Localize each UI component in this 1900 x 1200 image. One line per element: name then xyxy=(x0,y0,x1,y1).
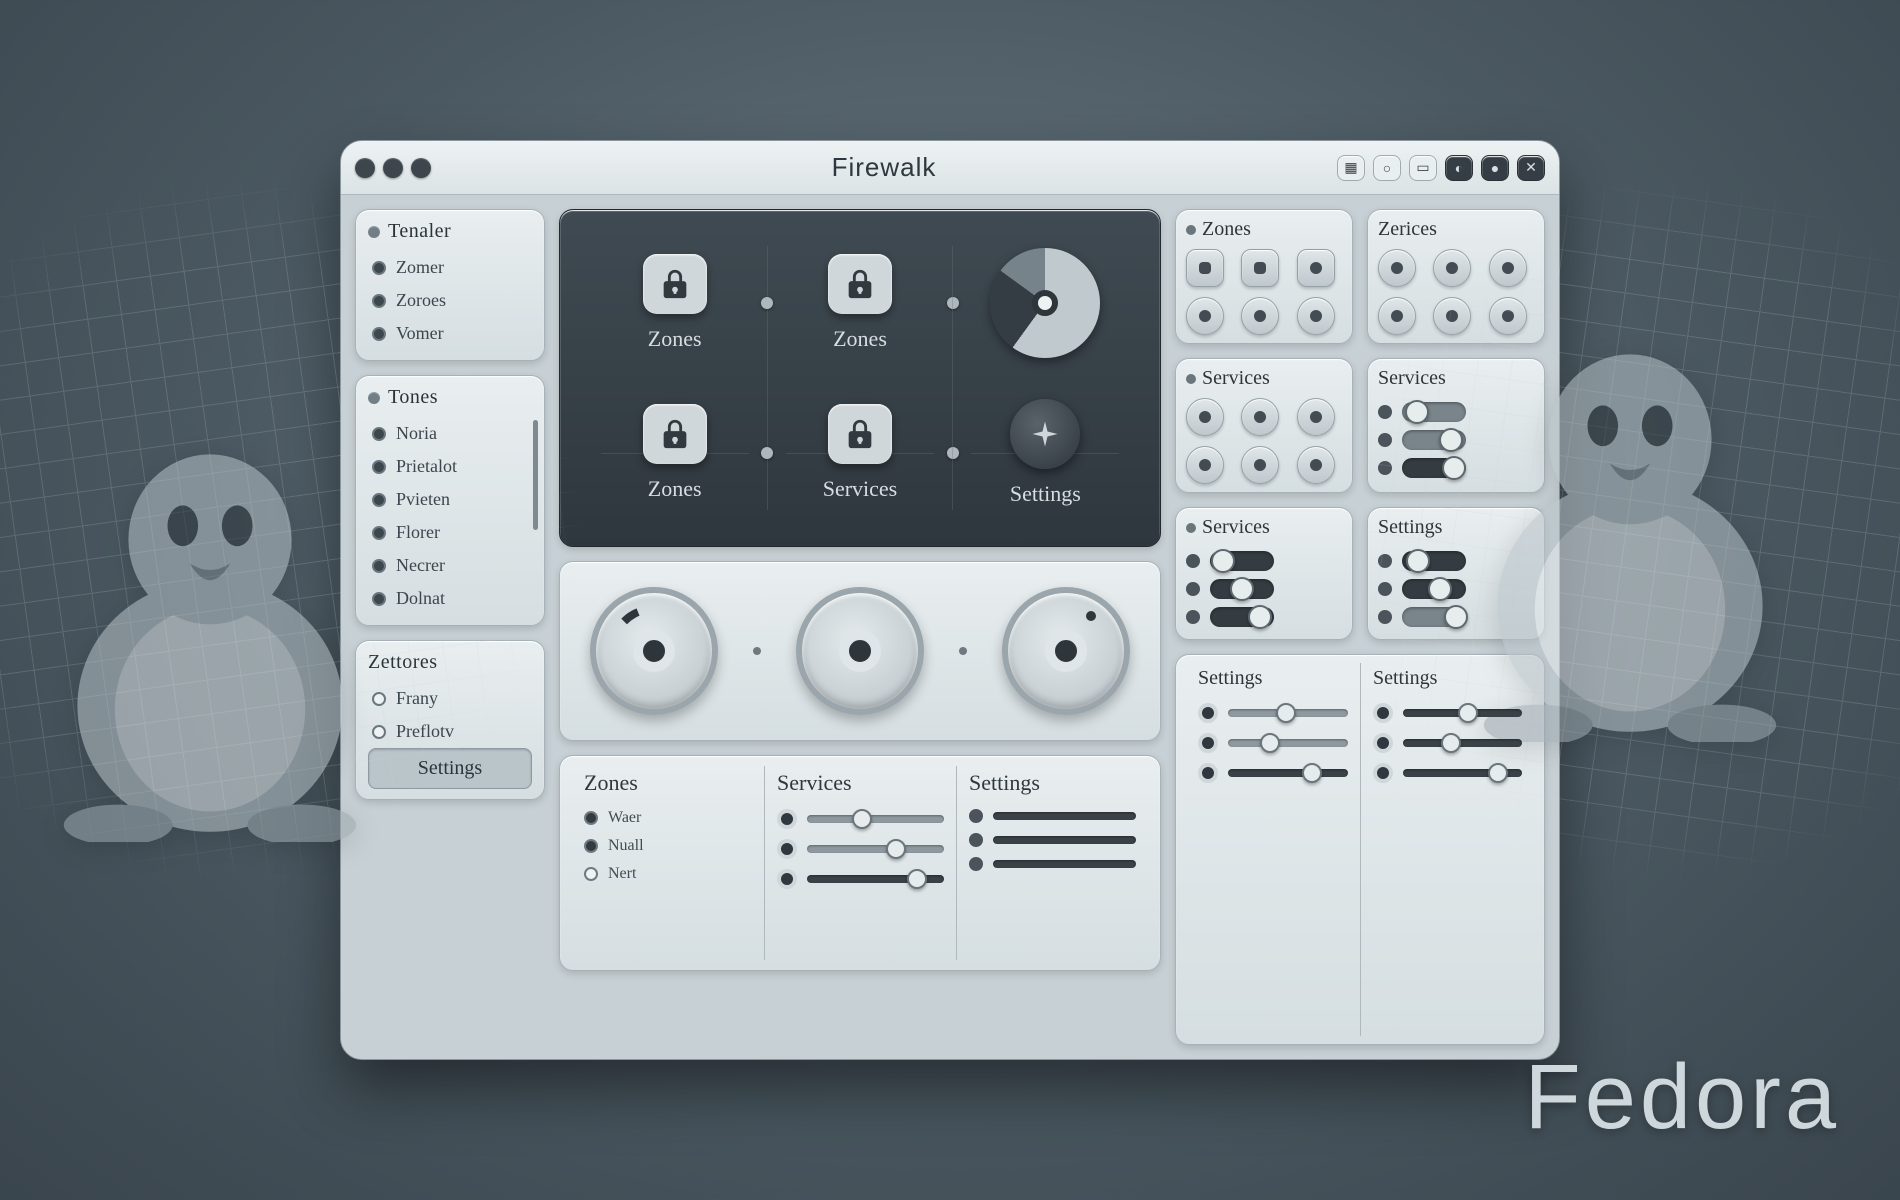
sidebar-item[interactable]: Prietalot xyxy=(368,450,532,483)
slider-row xyxy=(969,804,1136,828)
title-button-4[interactable]: ◐ xyxy=(1445,155,1473,181)
toggle[interactable] xyxy=(1402,551,1466,571)
traffic-dot[interactable] xyxy=(411,158,431,178)
fedora-wordmark: Fedora xyxy=(1525,1045,1841,1150)
sidebar-item[interactable]: Dolnat xyxy=(368,582,532,615)
lock-icon xyxy=(643,404,707,464)
dial-3[interactable] xyxy=(1002,587,1130,715)
right-bottom-panel: Settings Settings xyxy=(1175,654,1545,1045)
sidebar-item[interactable]: Vomer xyxy=(368,317,532,350)
slider-row xyxy=(969,852,1136,876)
zone-cell[interactable]: Settings xyxy=(953,378,1138,528)
grid-button[interactable] xyxy=(1241,249,1279,287)
title-button-2[interactable]: ○ xyxy=(1373,155,1401,181)
close-button[interactable]: ✕ xyxy=(1517,155,1545,181)
title-button-3[interactable]: ▭ xyxy=(1409,155,1437,181)
col-heading: Settings xyxy=(969,770,1136,796)
slider-row xyxy=(777,834,944,864)
toggle[interactable] xyxy=(1402,430,1466,450)
traffic-dot[interactable] xyxy=(383,158,403,178)
zone-grid-panel: Zones Zones Zones xyxy=(559,209,1161,547)
title-button-1[interactable]: ▦ xyxy=(1337,155,1365,181)
dials-panel xyxy=(559,561,1161,741)
slider[interactable] xyxy=(1403,769,1522,777)
zone-cell[interactable] xyxy=(953,228,1138,378)
col-heading: Services xyxy=(777,770,944,796)
dial-2[interactable] xyxy=(796,587,924,715)
slider[interactable] xyxy=(1403,739,1522,747)
penguin-right xyxy=(1460,300,1800,742)
toggle[interactable] xyxy=(1210,607,1274,627)
grid-button[interactable] xyxy=(1241,297,1279,335)
scrollbar[interactable] xyxy=(533,420,538,530)
toggle[interactable] xyxy=(1402,607,1466,627)
grid-button[interactable] xyxy=(1186,249,1224,287)
list-row[interactable]: Waer xyxy=(584,804,752,832)
sidebar-item[interactable]: Zomer xyxy=(368,251,532,284)
slider[interactable] xyxy=(807,815,944,823)
slider[interactable] xyxy=(807,845,944,853)
sidebar-item[interactable]: Noria xyxy=(368,417,532,450)
titlebar: Firewalk ▦ ○ ▭ ◐ ● ✕ xyxy=(341,141,1559,195)
sidebar-item[interactable]: Necrer xyxy=(368,549,532,582)
dial-dot xyxy=(753,647,761,655)
penguin-left xyxy=(40,400,380,842)
grid-button[interactable] xyxy=(1241,446,1279,484)
zone-cell[interactable]: Zones xyxy=(767,228,952,378)
slider-row xyxy=(777,864,944,894)
sidebar-item[interactable]: Florer xyxy=(368,516,532,549)
toggle[interactable] xyxy=(1210,579,1274,599)
bottom-triple-panel: Zones Waer Nuall Nert Services Settings xyxy=(559,755,1161,971)
right-panel-zones: Zones xyxy=(1175,209,1353,344)
col-heading: Zones xyxy=(584,770,752,796)
toggle[interactable] xyxy=(1402,402,1466,422)
grid-button[interactable] xyxy=(1186,446,1224,484)
slider[interactable] xyxy=(1403,709,1522,717)
list-row[interactable]: Nuall xyxy=(584,832,752,860)
grid-button[interactable] xyxy=(1186,297,1224,335)
toggle[interactable] xyxy=(1210,551,1274,571)
sidebar-panel-2: Tones Noria Prietalot Pvieten Florer Nec… xyxy=(355,375,545,626)
slider[interactable] xyxy=(1228,739,1348,747)
grid-button[interactable] xyxy=(1241,398,1279,436)
grid-button[interactable] xyxy=(1378,249,1416,287)
slider-row xyxy=(969,828,1136,852)
center-column: Zones Zones Zones xyxy=(559,209,1161,1045)
dial-dot xyxy=(959,647,967,655)
zone-cell[interactable]: Zones xyxy=(582,378,767,528)
grid-button[interactable] xyxy=(1186,398,1224,436)
grid-button[interactable] xyxy=(1297,297,1335,335)
grid-button[interactable] xyxy=(1297,249,1335,287)
lock-icon xyxy=(643,254,707,314)
zone-cell[interactable]: Services xyxy=(767,378,952,528)
slider[interactable] xyxy=(993,812,1136,820)
toggle[interactable] xyxy=(1402,458,1466,478)
sidebar-header-2: Tones xyxy=(388,386,438,409)
lock-icon xyxy=(828,404,892,464)
title-button-5[interactable]: ● xyxy=(1481,155,1509,181)
grid-button[interactable] xyxy=(1297,398,1335,436)
lock-icon xyxy=(828,254,892,314)
slider[interactable] xyxy=(993,836,1136,844)
window-title: Firewalk xyxy=(441,152,1327,183)
traffic-lights xyxy=(355,158,431,178)
sidebar-item[interactable]: Pvieten xyxy=(368,483,532,516)
slider[interactable] xyxy=(807,875,944,883)
slider-row xyxy=(777,804,944,834)
gauge-icon xyxy=(990,248,1100,358)
slider[interactable] xyxy=(1228,769,1348,777)
sidebar-item[interactable]: Zoroes xyxy=(368,284,532,317)
slider[interactable] xyxy=(1228,709,1348,717)
traffic-dot[interactable] xyxy=(355,158,375,178)
toggle[interactable] xyxy=(1402,579,1466,599)
dial-1[interactable] xyxy=(590,587,718,715)
sidebar-header-1: Tenaler xyxy=(388,220,451,243)
compass-icon xyxy=(1010,399,1080,469)
list-row[interactable]: Nert xyxy=(584,860,752,888)
slider[interactable] xyxy=(993,860,1136,868)
sidebar-panel-1: Tenaler Zomer Zoroes Vomer xyxy=(355,209,545,361)
zone-cell[interactable]: Zones xyxy=(582,228,767,378)
